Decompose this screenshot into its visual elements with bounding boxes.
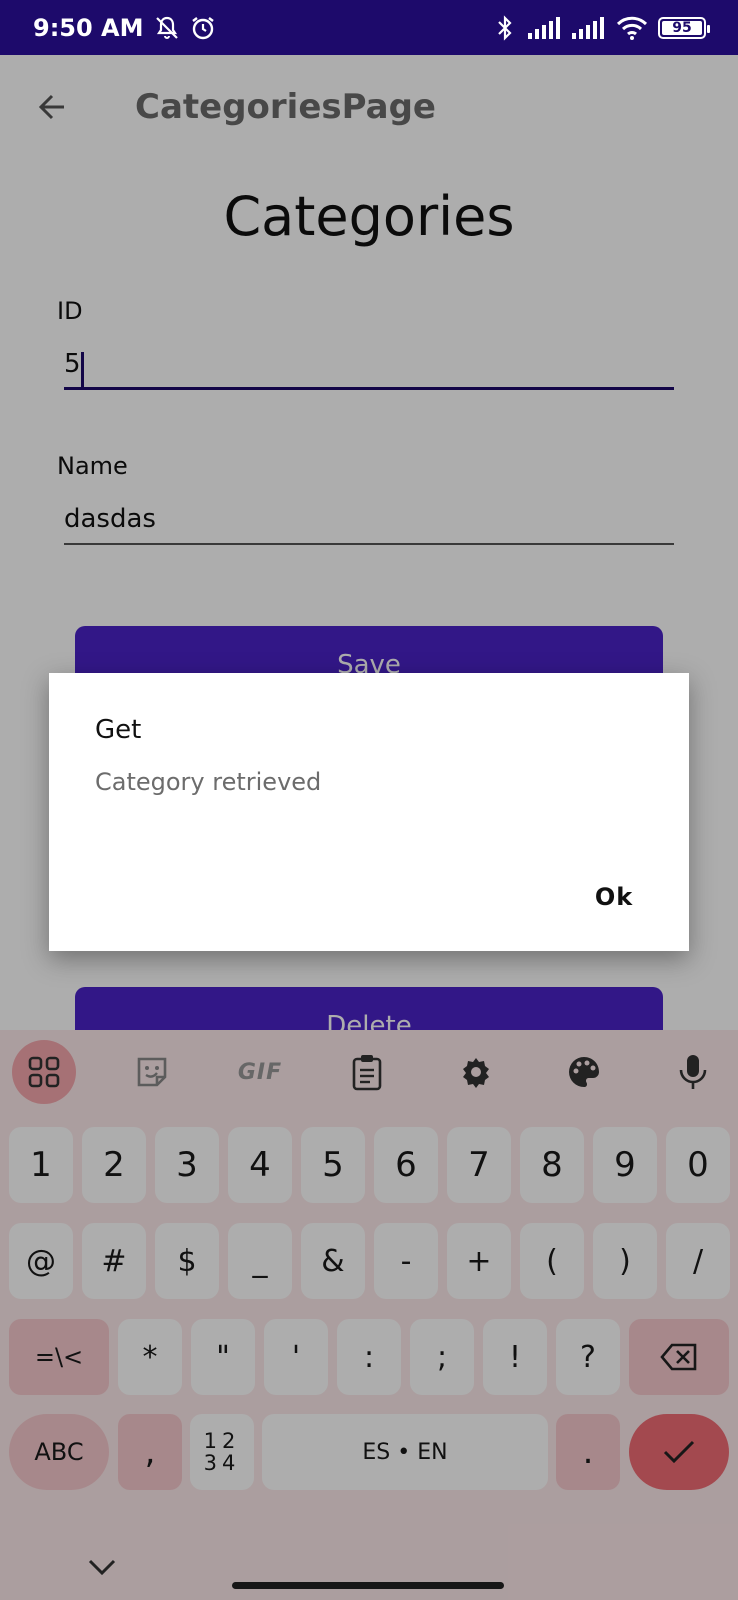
status-time: 9:50 AM — [33, 13, 144, 42]
wifi-icon — [616, 15, 648, 41]
status-bar-left: 9:50 AM — [33, 14, 216, 42]
battery-level: 95 — [672, 19, 692, 36]
signal-strength-icon — [528, 15, 562, 41]
signal-strength-icon — [572, 15, 606, 41]
dialog-message: Category retrieved — [95, 768, 322, 796]
status-bar: 9:50 AM 95 — [0, 0, 738, 55]
alarm-icon — [190, 15, 216, 41]
mute-notifications-icon — [154, 15, 180, 41]
bluetooth-icon — [492, 14, 518, 41]
battery-icon: 95 — [658, 16, 710, 39]
alert-dialog: Get Category retrieved Ok — [49, 673, 689, 951]
ok-button[interactable]: Ok — [579, 871, 649, 923]
dialog-title: Get — [95, 715, 142, 745]
status-bar-right: 95 — [492, 14, 710, 41]
